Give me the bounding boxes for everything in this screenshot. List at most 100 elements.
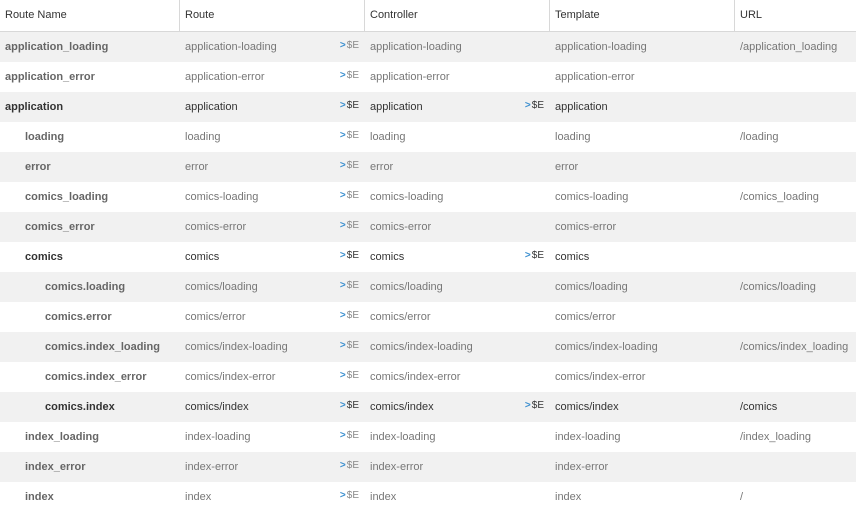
controller-cell: comics/error — [365, 302, 550, 332]
column-header-template: Template — [550, 0, 735, 31]
controller-text: comics/error — [370, 311, 431, 323]
template-text: comics-loading — [555, 191, 629, 203]
route-cell: comics/loading >$E — [180, 272, 365, 302]
send-to-console-button[interactable]: >$E — [340, 362, 359, 392]
route-text: loading — [185, 131, 221, 143]
table-row[interactable]: comics.loading comics/loading >$E comics/lo… — [0, 272, 856, 302]
send-to-console-label: $E — [346, 100, 359, 111]
table-row[interactable]: application application >$E application >$E a… — [0, 92, 856, 122]
table-row[interactable]: error error >$E error error — [0, 152, 856, 182]
table-row[interactable]: comics.index comics/index >$E comics/index >… — [0, 392, 856, 422]
table-row[interactable]: application_loading application-loading >$… — [0, 32, 856, 62]
url-cell: /application_loading — [735, 32, 856, 62]
table-row[interactable]: index index >$E index index / — [0, 482, 856, 512]
chevron-right-icon: > — [339, 160, 346, 171]
send-to-console-button[interactable]: >$E — [340, 212, 359, 242]
table-row[interactable]: comics.error comics/error >$E comics/error c… — [0, 302, 856, 332]
route-text: index-error — [185, 461, 239, 473]
template-cell: comics/index — [550, 392, 735, 422]
controller-cell: comics >$E — [365, 242, 550, 272]
route-cell: index-loading >$E — [180, 422, 365, 452]
send-to-console-label: $E — [346, 220, 359, 231]
controller-cell: comics/loading — [365, 272, 550, 302]
template-text: application-loading — [555, 41, 647, 53]
url-cell — [735, 152, 856, 182]
send-to-console-button[interactable]: >$E — [340, 32, 359, 62]
send-to-console-button[interactable]: >$E — [525, 242, 544, 272]
send-to-console-label: $E — [346, 70, 359, 81]
controller-text: application-error — [370, 71, 450, 83]
controller-cell: index-error — [365, 452, 550, 482]
send-to-console-button[interactable]: >$E — [340, 62, 359, 92]
column-header-controller: Controller — [365, 0, 550, 31]
route-cell: error >$E — [180, 152, 365, 182]
table-row[interactable]: comics.index_error comics/index-error >$E c… — [0, 362, 856, 392]
send-to-console-button[interactable]: >$E — [340, 332, 359, 362]
send-to-console-button[interactable]: >$E — [340, 272, 359, 302]
route-cell: index >$E — [180, 482, 365, 512]
send-to-console-button[interactable]: >$E — [340, 422, 359, 452]
url-cell — [735, 62, 856, 92]
controller-text: comics/loading — [370, 281, 443, 293]
url-cell — [735, 212, 856, 242]
send-to-console-button[interactable]: >$E — [340, 392, 359, 422]
url-cell — [735, 362, 856, 392]
route-name-cell: application_error — [5, 71, 95, 83]
url-text: /comics/index_loading — [740, 341, 849, 353]
url-text: /comics — [740, 401, 778, 413]
template-cell: error — [550, 152, 735, 182]
table-row[interactable]: loading loading >$E loading loading/loading — [0, 122, 856, 152]
route-text: comics/error — [185, 311, 246, 323]
controller-cell: error — [365, 152, 550, 182]
controller-text: index-error — [370, 461, 424, 473]
send-to-console-button[interactable]: >$E — [525, 92, 544, 122]
template-cell: comics-loading — [550, 182, 735, 212]
template-text: application — [555, 101, 608, 113]
table-row[interactable]: index_loading index-loading >$E index-loadi… — [0, 422, 856, 452]
chevron-right-icon: > — [339, 340, 346, 351]
template-cell: comics/loading — [550, 272, 735, 302]
url-cell: /comics_loading — [735, 182, 856, 212]
send-to-console-button[interactable]: >$E — [340, 482, 359, 512]
controller-cell: application-loading — [365, 32, 550, 62]
send-to-console-button[interactable]: >$E — [340, 122, 359, 152]
controller-text: index — [370, 491, 397, 503]
send-to-console-button[interactable]: >$E — [340, 452, 359, 482]
template-text: index — [555, 491, 582, 503]
url-text: /application_loading — [740, 41, 838, 53]
controller-text: comics/index — [370, 401, 434, 413]
table-row[interactable]: comics comics >$E comics >$E comics — [0, 242, 856, 272]
column-header-route-name: Route Name — [0, 0, 180, 31]
send-to-console-button[interactable]: >$E — [340, 242, 359, 272]
route-cell: comics/error >$E — [180, 302, 365, 332]
route-text: index — [185, 491, 212, 503]
controller-text: comics — [370, 251, 405, 263]
table-row[interactable]: comics_error comics-error >$E comics-error c… — [0, 212, 856, 242]
send-to-console-button[interactable]: >$E — [340, 152, 359, 182]
template-text: loading — [555, 131, 591, 143]
route-text: comics-loading — [185, 191, 259, 203]
send-to-console-button[interactable]: >$E — [340, 182, 359, 212]
controller-cell: index-loading — [365, 422, 550, 452]
chevron-right-icon: > — [339, 70, 346, 81]
controller-text: loading — [370, 131, 406, 143]
template-text: index-error — [555, 461, 609, 473]
table-row[interactable]: application_error application-error >$E app… — [0, 62, 856, 92]
table-row[interactable]: index_error index-error >$E index-error inde… — [0, 452, 856, 482]
chevron-right-icon: > — [339, 490, 346, 501]
send-to-console-label: $E — [346, 460, 359, 471]
controller-text: comics/index-loading — [370, 341, 473, 353]
route-cell: application-loading >$E — [180, 32, 365, 62]
table-row[interactable]: comics_loading comics-loading >$E comics-lo… — [0, 182, 856, 212]
table-row[interactable]: comics.index_loading comics/index-loading… — [0, 332, 856, 362]
chevron-right-icon: > — [339, 460, 346, 471]
send-to-console-label: $E — [346, 310, 359, 321]
template-text: comics — [555, 251, 590, 263]
chevron-right-icon: > — [339, 220, 346, 231]
send-to-console-button[interactable]: >$E — [340, 302, 359, 332]
send-to-console-button[interactable]: >$E — [340, 92, 359, 122]
route-name-cell: comics_loading — [25, 191, 109, 203]
send-to-console-button[interactable]: >$E — [525, 392, 544, 422]
send-to-console-label: $E — [346, 130, 359, 141]
url-text: / — [740, 491, 744, 503]
